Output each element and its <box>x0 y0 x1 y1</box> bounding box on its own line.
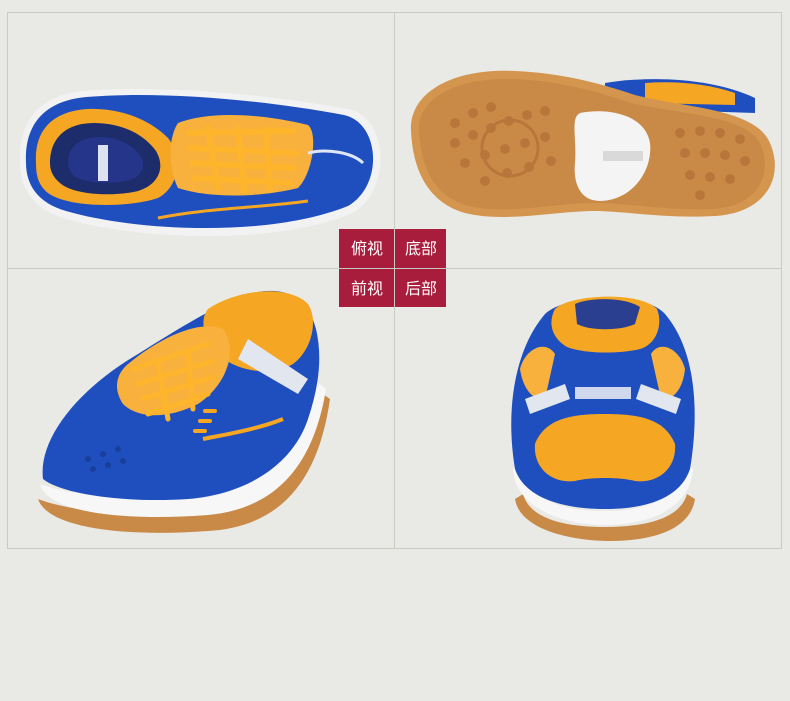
shoe-front-view-photo <box>8 269 394 548</box>
shoe-sole-view-photo <box>395 13 781 268</box>
shoe-back-view-photo <box>395 269 781 548</box>
label-divider-horizontal <box>339 268 446 269</box>
shoe-top-view-photo <box>8 13 394 268</box>
label-divider-vertical <box>394 229 395 307</box>
label-front-view: 前视 <box>350 279 383 298</box>
label-top-view: 俯视 <box>350 239 383 258</box>
label-bottom-view: 底部 <box>404 239 437 258</box>
view-label-box: 俯视 底部 前视 后部 <box>339 229 446 307</box>
label-back-view: 后部 <box>404 279 437 298</box>
